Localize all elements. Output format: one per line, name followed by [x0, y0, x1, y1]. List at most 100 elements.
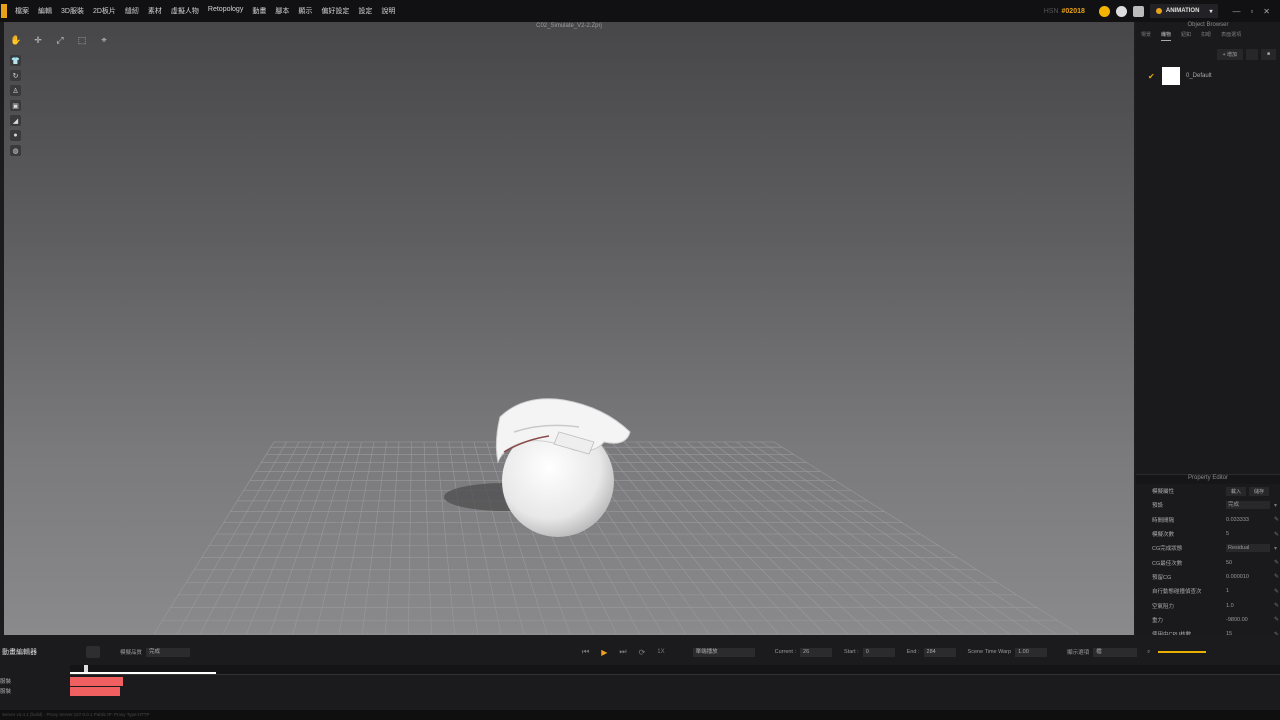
globe-icon[interactable]: ◍ — [10, 145, 21, 156]
edit-icon[interactable]: ✎ — [1274, 516, 1279, 523]
search-icon[interactable]: ⌕ — [1147, 649, 1150, 656]
property-editor: Property Editor 模擬屬性 載入 儲存 預設 完成 ▾ 時間間隔 0.03… — [1136, 474, 1280, 641]
property-row: 自行動態碰撞偵查次 1 ✎ — [1136, 584, 1280, 598]
edit-icon[interactable]: ✎ — [1274, 588, 1279, 595]
menu-item[interactable]: 3D服裝 — [61, 6, 84, 16]
menu-item[interactable]: Retopology — [208, 6, 243, 16]
menu-item[interactable]: 偏好設定 — [321, 6, 349, 16]
property-value[interactable]: 50 — [1226, 560, 1270, 566]
warp-field[interactable]: 1.00 — [1015, 647, 1048, 657]
property-row: 重力 -9800.00 ✎ — [1136, 613, 1280, 627]
chevron-down-icon[interactable]: ▾ — [1274, 545, 1277, 552]
view-select[interactable]: 檔 — [1093, 647, 1138, 657]
track-row[interactable]: 服裝 — [0, 687, 1280, 696]
eraser-icon[interactable]: ◢ — [10, 115, 21, 126]
pin-icon[interactable]: ⌖ — [98, 34, 110, 46]
timeline-title: 動畫編輯器 — [2, 649, 37, 656]
edit-icon[interactable]: ✎ — [1274, 616, 1279, 623]
menu-item[interactable]: 縫紉 — [125, 6, 139, 16]
head-icon[interactable]: ● — [10, 130, 21, 141]
property-key: CG最佳次數 — [1152, 560, 1183, 567]
loop-icon[interactable]: ⟳ — [639, 648, 646, 657]
mode-selector[interactable]: ANIMATION ▾ — [1149, 4, 1219, 18]
action-button-2[interactable] — [1245, 49, 1258, 60]
property-value[interactable]: 1 — [1226, 588, 1270, 594]
transform-icon[interactable]: ⬚ — [76, 34, 88, 46]
cloud-icon[interactable] — [1098, 5, 1110, 17]
timeline-progress — [70, 672, 216, 674]
property-value[interactable]: 5 — [1226, 531, 1270, 537]
object-browser-tab[interactable]: 扣眼 — [1201, 31, 1211, 41]
track-row[interactable]: 服裝 — [0, 677, 1280, 686]
check-icon[interactable]: ✔ — [1148, 72, 1162, 81]
skip-forward-icon[interactable]: ⏭ — [619, 647, 626, 657]
warp-label: Scene Time Warp — [967, 649, 1012, 655]
start-frame-field[interactable]: 0 — [862, 647, 895, 657]
record-select[interactable]: 完成 — [146, 647, 191, 657]
current-label: Current : — [774, 649, 797, 655]
load-button[interactable]: 載入 — [1226, 486, 1247, 496]
current-frame-field[interactable]: 26 — [800, 647, 833, 657]
menu-item[interactable]: 編輯 — [38, 6, 52, 16]
menu-item[interactable]: 素材 — [148, 6, 162, 16]
property-value[interactable]: 0.033333 — [1226, 517, 1270, 523]
cart-icon[interactable] — [1132, 5, 1144, 17]
fabric-item[interactable]: ✔ 0_Default — [1136, 66, 1280, 86]
select-icon[interactable]: ⤢ — [54, 34, 66, 46]
object-browser-tab[interactable]: 場景 — [1141, 31, 1151, 41]
speed-icon[interactable]: 1X — [657, 649, 664, 655]
menu-item[interactable]: 動畫 — [252, 6, 266, 16]
track-clip[interactable] — [70, 687, 120, 696]
3d-viewport[interactable]: C02_Simulate_V2-2.Zprj ✋ ✛ ⤢ ⬚ ⌖ 👕 ↻ ♙ ▣… — [4, 22, 1134, 635]
start-label: Start : — [844, 649, 859, 655]
play-mode-select[interactable]: 單端播放 — [692, 647, 755, 657]
property-value[interactable]: 1.0 — [1226, 603, 1270, 609]
hand-icon[interactable]: ✋ — [10, 34, 22, 46]
property-value[interactable]: 完成 — [1226, 501, 1270, 510]
timeline-ruler[interactable] — [70, 665, 1280, 675]
skip-back-icon[interactable]: ⏮ — [582, 647, 589, 657]
menu-item[interactable]: 設定 — [358, 6, 372, 16]
menu-item[interactable]: 說明 — [381, 6, 395, 16]
property-value[interactable]: Residual — [1226, 544, 1270, 553]
save-button[interactable]: 儲存 — [1249, 486, 1270, 496]
move-icon[interactable]: ✛ — [32, 34, 44, 46]
add-button[interactable]: + 增加 — [1216, 49, 1243, 60]
track-clip[interactable] — [70, 677, 123, 686]
object-browser-title: Object Browser — [1187, 22, 1229, 28]
menu-item[interactable]: 檔案 — [15, 6, 29, 16]
object-browser-tab[interactable]: 表面選項 — [1221, 31, 1241, 41]
edit-icon[interactable]: ✎ — [1274, 602, 1279, 609]
maximize-icon[interactable]: ▫ — [1250, 7, 1253, 16]
menu-right-zone: HSN #02018 ANIMATION ▾ — ▫ ✕ — [1044, 0, 1280, 22]
menu-item[interactable]: 顯示 — [298, 6, 312, 16]
edit-icon[interactable]: ✎ — [1274, 573, 1279, 580]
property-value[interactable]: -9800.00 — [1226, 617, 1270, 623]
chevron-down-icon: ▾ — [1209, 8, 1213, 15]
end-frame-field[interactable]: 284 — [923, 647, 956, 657]
rotate-icon[interactable]: ↻ — [10, 70, 21, 81]
object-browser-tab[interactable]: 鈕釦 — [1181, 31, 1191, 41]
property-value[interactable]: 0.000010 — [1226, 574, 1270, 580]
property-key: 自行動態碰撞偵查次 — [1152, 589, 1202, 596]
edit-icon[interactable]: ✎ — [1274, 559, 1279, 566]
track-name: 服裝 — [0, 689, 12, 695]
shirt-icon[interactable]: 👕 — [10, 55, 21, 66]
camera-icon[interactable] — [86, 646, 100, 658]
property-row: 預留CG 0.000010 ✎ — [1136, 570, 1280, 584]
close-icon[interactable]: ✕ — [1263, 7, 1270, 16]
garment-icon[interactable]: ▣ — [10, 100, 21, 111]
zoom-slider[interactable] — [1158, 651, 1207, 653]
chevron-down-icon[interactable]: ▾ — [1274, 502, 1277, 509]
menu-item[interactable]: 腳本 — [275, 6, 289, 16]
play-icon[interactable]: ▶ — [601, 648, 607, 657]
menu-item[interactable]: 2D板片 — [93, 6, 116, 16]
minimize-icon[interactable]: — — [1232, 7, 1240, 16]
help-icon[interactable] — [1115, 5, 1127, 17]
menu-item[interactable]: 虛擬人物 — [171, 6, 199, 16]
edit-icon[interactable]: ✎ — [1274, 531, 1279, 538]
playhead[interactable] — [84, 665, 88, 672]
avatar-icon[interactable]: ♙ — [10, 85, 21, 96]
object-browser-tab[interactable]: 織物 — [1161, 31, 1172, 41]
action-button-3[interactable]: ■ — [1260, 49, 1276, 60]
